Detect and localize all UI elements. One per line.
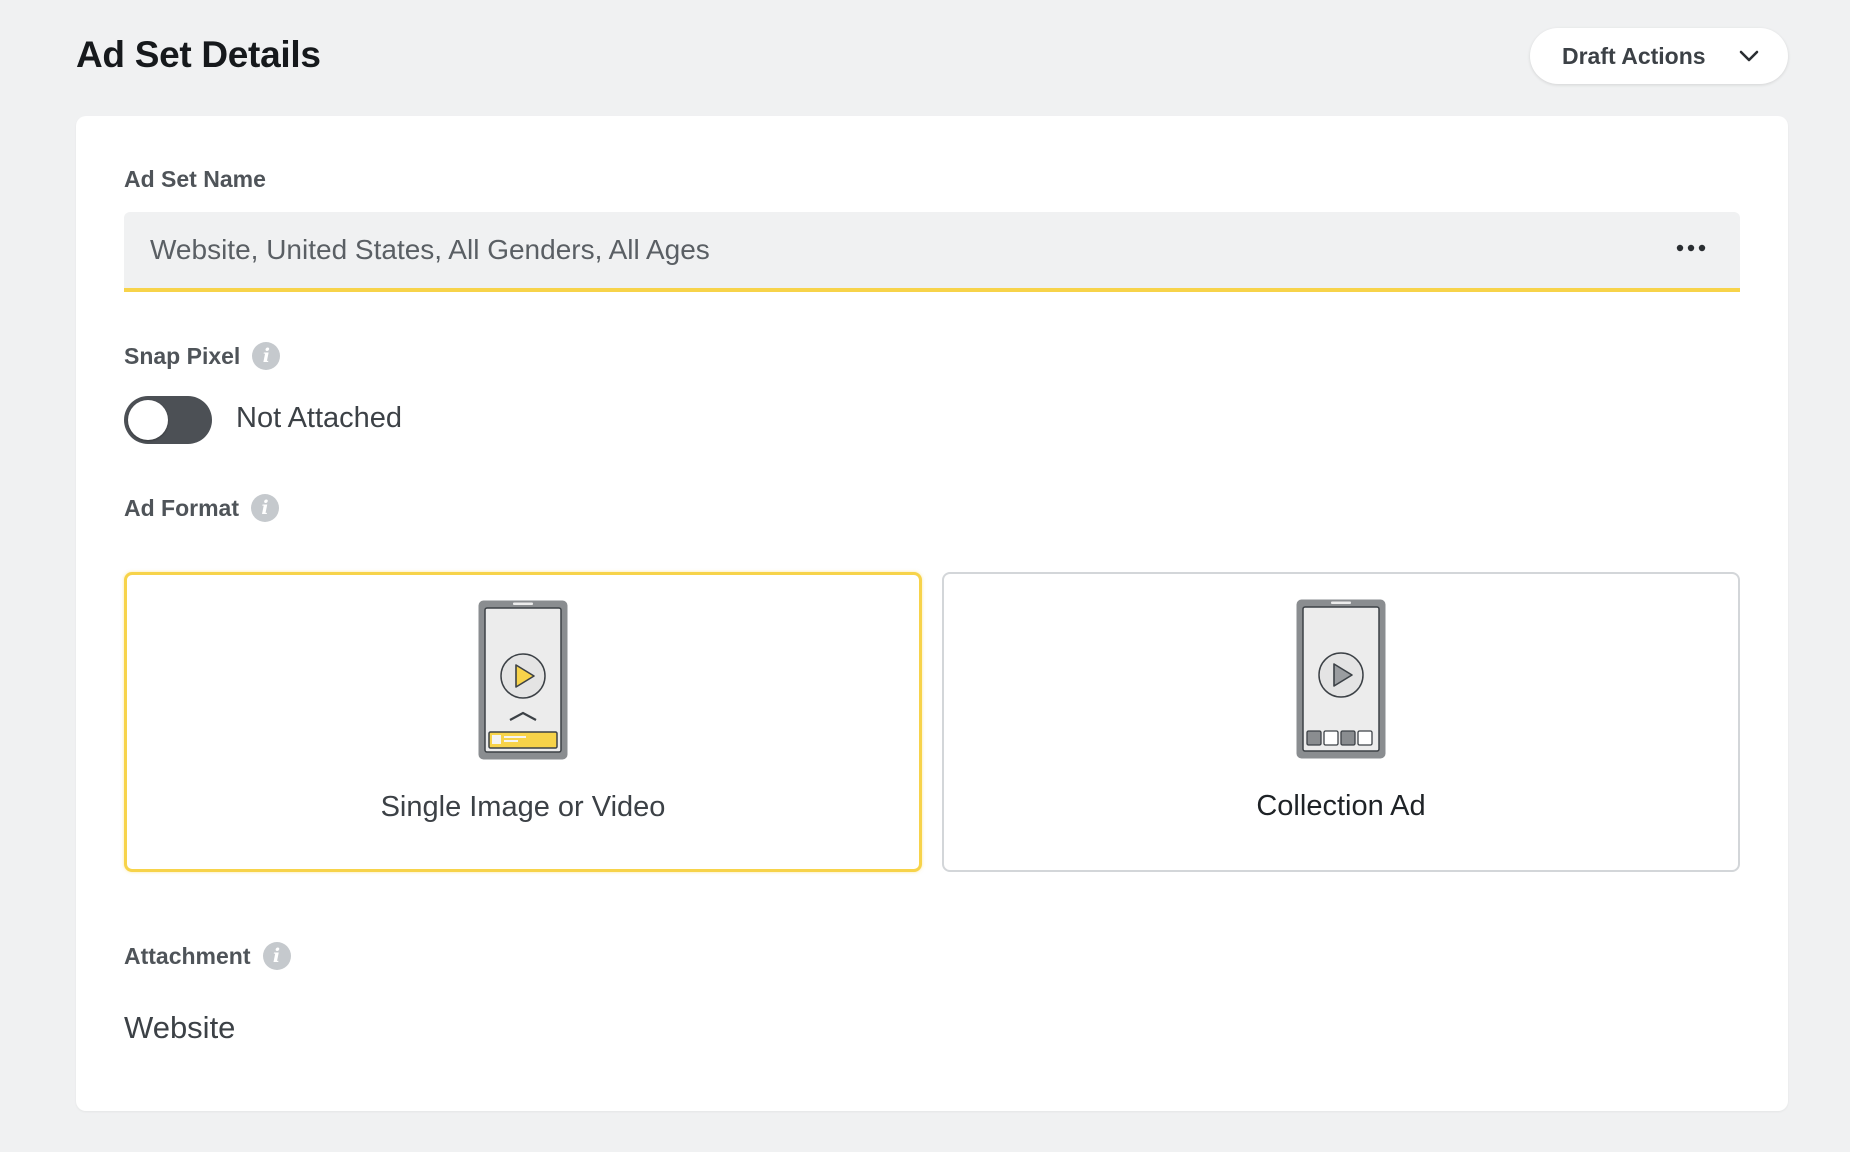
format-option-label: Collection Ad (1256, 790, 1426, 822)
ad-set-details-card: Ad Set Name Website, United States, All … (76, 116, 1788, 1111)
snap-pixel-label-text: Snap Pixel (124, 342, 241, 369)
info-icon[interactable]: i (262, 942, 291, 970)
more-options-icon[interactable] (1676, 244, 1706, 252)
ad-set-name-label: Ad Set Name (124, 166, 266, 193)
ad-format-label-text: Ad Format (124, 494, 239, 521)
format-option-single-image-or-video[interactable]: Single Image or Video (124, 572, 922, 872)
ad-set-name-input[interactable]: Website, United States, All Genders, All… (124, 212, 1740, 292)
page: Ad Set Details Draft Actions Ad Set Name… (0, 0, 1850, 1152)
format-option-label: Single Image or Video (380, 791, 666, 823)
snap-pixel-status: Not Attached (236, 402, 403, 434)
page-title: Ad Set Details (76, 34, 321, 75)
info-icon[interactable]: i (251, 494, 279, 522)
snap-pixel-label: Snap Pixel i (124, 342, 281, 370)
attachment-label-text: Attachment (124, 942, 251, 969)
toggle-knob (128, 400, 168, 440)
info-icon[interactable]: i (252, 342, 281, 370)
phone-single-video-icon (478, 600, 568, 760)
attachment-label: Attachment i (124, 942, 291, 970)
chevron-down-icon (1739, 50, 1759, 62)
ad-set-name-label-text: Ad Set Name (124, 166, 266, 192)
draft-actions-label: Draft Actions (1562, 42, 1706, 69)
format-option-collection-ad[interactable]: Collection Ad (942, 572, 1740, 872)
phone-collection-icon (1296, 599, 1386, 759)
draft-actions-button[interactable]: Draft Actions (1530, 28, 1788, 84)
snap-pixel-toggle[interactable] (124, 396, 212, 444)
ad-format-label: Ad Format i (124, 494, 279, 522)
attachment-value: Website (124, 1010, 236, 1045)
ad-set-name-value[interactable]: Website, United States, All Genders, All… (124, 234, 710, 266)
